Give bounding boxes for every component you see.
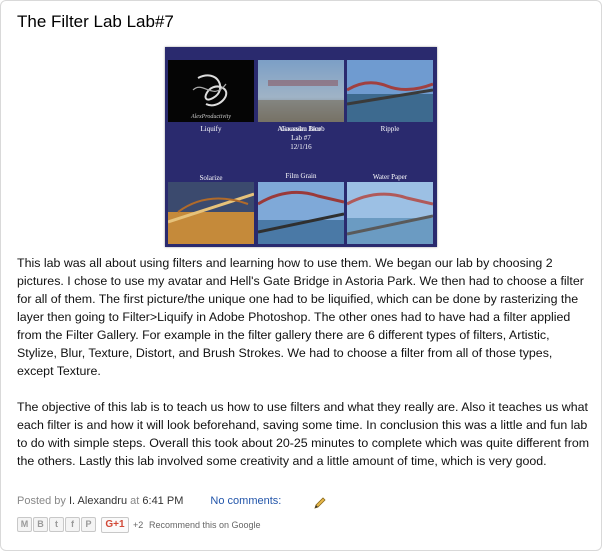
pinterest-share-icon[interactable]: P xyxy=(81,517,96,532)
edit-pencil-icon[interactable] xyxy=(313,496,327,510)
caption-solarize: Solarize xyxy=(199,174,223,182)
blog-share-icon[interactable]: B xyxy=(33,517,48,532)
post-paragraph: This lab was all about using filters and… xyxy=(17,256,584,378)
image-lab-number: Lab #7 xyxy=(291,134,311,142)
caption-water-paper: Water Paper xyxy=(372,173,408,181)
at-label: at xyxy=(130,495,140,507)
post-footer: Posted by I. Alexandru at 6:41 PM No com… xyxy=(17,495,281,507)
caption-liquify: Liquify xyxy=(200,125,222,133)
google-plus-count: +2 xyxy=(133,520,144,530)
post-title[interactable]: The Filter Lab Lab#7 xyxy=(17,12,174,32)
caption-film-grain: Film Grain xyxy=(285,172,317,180)
posted-by-label: Posted by xyxy=(17,495,66,507)
recommend-on-google-text: Recommend this on Google xyxy=(149,520,261,530)
svg-text:AlexProductivity: AlexProductivity xyxy=(190,114,231,120)
water-paper-tile xyxy=(347,182,433,244)
post-body: This lab was all about using filters and… xyxy=(17,254,591,488)
image-date: 12/1/16 xyxy=(290,143,312,151)
post-time-link[interactable]: 6:41 PM xyxy=(142,495,183,507)
ripple-tile xyxy=(347,60,433,122)
google-plus-button[interactable]: G+1 xyxy=(101,517,129,533)
film-grain-tile xyxy=(258,182,344,244)
email-share-icon[interactable]: M xyxy=(17,517,32,532)
solarize-tile xyxy=(168,182,254,244)
image-author: Alexandru Jacob xyxy=(277,125,325,133)
image-center-text: Alexandru Jacob Lab #7 12/1/16 xyxy=(260,125,342,152)
liquify-tile: AlexProductivity xyxy=(168,60,254,122)
post-paragraph: The objective of this lab is to teach us… xyxy=(17,400,590,468)
gaussian-blur-tile xyxy=(258,60,344,122)
facebook-share-icon[interactable]: f xyxy=(65,517,80,532)
caption-ripple: Ripple xyxy=(380,125,400,133)
lab-image[interactable]: AlexProductivity Liquify Gaussian Blur R… xyxy=(165,47,437,247)
twitter-share-icon[interactable]: t xyxy=(49,517,64,532)
comments-link[interactable]: No comments: xyxy=(210,495,281,507)
author-link[interactable]: I. Alexandru xyxy=(69,495,127,507)
